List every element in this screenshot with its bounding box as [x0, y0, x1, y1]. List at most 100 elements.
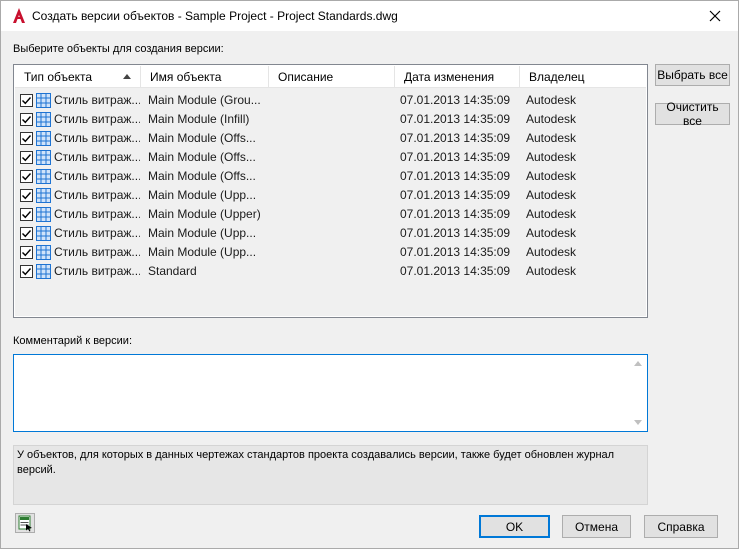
checkmark-icon — [22, 249, 32, 257]
ok-button[interactable]: OK — [479, 515, 550, 538]
comment-label: Комментарий к версии: — [13, 335, 132, 347]
row-checkbox[interactable] — [20, 113, 33, 126]
cell-description — [276, 224, 394, 243]
cell-name: Main Module (Offs... — [148, 169, 256, 183]
comment-label-text: Комментарий к версии: — [13, 335, 133, 347]
cell-description — [276, 91, 394, 110]
cell-type: Стиль витраж... — [54, 169, 140, 183]
cell-description — [276, 186, 394, 205]
curtain-wall-style-icon — [36, 169, 51, 184]
cell-type: Стиль витраж... — [54, 93, 140, 107]
column-header-date-label: Дата изменения — [404, 70, 495, 84]
column-header-owner[interactable]: Владелец — [520, 66, 646, 88]
cell-description — [276, 243, 394, 262]
column-header-description-label: Описание — [278, 70, 334, 84]
cell-type: Стиль витраж... — [54, 131, 140, 145]
cell-date: 07.01.2013 14:35:09 — [400, 150, 511, 164]
row-checkbox[interactable] — [20, 227, 33, 240]
list-header: Тип объекта Имя объекта Описание Дата из… — [15, 66, 646, 88]
cell-description — [276, 110, 394, 129]
row-checkbox[interactable] — [20, 208, 33, 221]
select-all-label: Выбрать все — [657, 68, 728, 82]
cell-owner: Autodesk — [526, 245, 577, 259]
close-button[interactable] — [692, 1, 738, 31]
cell-date: 07.01.2013 14:35:09 — [400, 207, 511, 221]
close-icon — [709, 10, 721, 22]
create-versions-dialog: Создать версии объектов - Sample Project… — [0, 0, 739, 549]
column-header-type[interactable]: Тип объекта — [15, 66, 141, 88]
cell-name: Main Module (Upp... — [148, 188, 257, 202]
cell-name: Main Module (Upper) — [148, 207, 261, 221]
column-header-name[interactable]: Имя объекта — [141, 66, 269, 88]
cell-name: Main Module (Offs... — [148, 150, 256, 164]
cell-name: Standard — [148, 264, 197, 278]
curtain-wall-style-icon — [36, 131, 51, 146]
cell-type: Стиль витраж... — [54, 207, 140, 221]
info-text-box: У объектов, для которых в данных чертежа… — [13, 445, 648, 505]
column-header-owner-label: Владелец — [529, 70, 585, 84]
table-row[interactable]: Стиль витраж... Main Module (Grou... 07.01… — [15, 91, 646, 110]
curtain-wall-style-icon — [36, 112, 51, 127]
cell-date: 07.01.2013 14:35:09 — [400, 226, 511, 240]
objects-list[interactable]: Тип объекта Имя объекта Описание Дата из… — [13, 64, 648, 318]
sort-ascending-icon — [123, 74, 131, 79]
ok-label: OK — [505, 519, 524, 534]
table-row[interactable]: Стиль витраж... Main Module (Offs... 07.01… — [15, 167, 646, 186]
comment-textarea[interactable] — [13, 354, 648, 432]
column-header-type-label: Тип объекта — [24, 70, 93, 84]
checkmark-icon — [22, 192, 32, 200]
checkmark-icon — [22, 268, 32, 276]
cell-owner: Autodesk — [526, 150, 577, 164]
cell-description — [276, 129, 394, 148]
cell-owner: Autodesk — [526, 264, 577, 278]
title-bar: Создать версии объектов - Sample Project… — [1, 1, 738, 31]
row-checkbox[interactable] — [20, 132, 33, 145]
row-checkbox[interactable] — [20, 94, 33, 107]
column-header-description[interactable]: Описание — [269, 66, 395, 88]
checkmark-icon — [22, 97, 32, 105]
help-button[interactable]: Справка — [644, 515, 718, 538]
table-row[interactable]: Стиль витраж... Main Module (Offs... 07.01… — [15, 148, 646, 167]
table-row[interactable]: Стиль витраж... Main Module (Upp... 07.01.… — [15, 186, 646, 205]
cell-name: Main Module (Infill) — [148, 112, 250, 126]
cell-description — [276, 167, 394, 186]
row-checkbox[interactable] — [20, 189, 33, 202]
cell-name: Main Module (Upp... — [148, 245, 257, 259]
cell-name: Main Module (Grou... — [148, 93, 261, 107]
row-checkbox[interactable] — [20, 170, 33, 183]
cell-owner: Autodesk — [526, 226, 577, 240]
cell-date: 07.01.2013 14:35:09 — [400, 112, 511, 126]
cell-description — [276, 205, 394, 224]
comment-scrollbar[interactable] — [629, 355, 647, 431]
cell-date: 07.01.2013 14:35:09 — [400, 245, 511, 259]
scroll-up-icon — [634, 361, 642, 366]
cancel-label: Отмена — [574, 519, 619, 534]
row-checkbox[interactable] — [20, 151, 33, 164]
cancel-button[interactable]: Отмена — [562, 515, 631, 538]
row-checkbox[interactable] — [20, 265, 33, 278]
help-label: Справка — [657, 519, 705, 534]
row-checkbox[interactable] — [20, 246, 33, 259]
table-row[interactable]: Стиль витраж... Main Module (Upp... 07.01.… — [15, 224, 646, 243]
cell-owner: Autodesk — [526, 131, 577, 145]
cell-date: 07.01.2013 14:35:09 — [400, 188, 511, 202]
checkmark-icon — [22, 230, 32, 238]
curtain-wall-style-icon — [36, 264, 51, 279]
table-row[interactable]: Стиль витраж... Main Module (Upper) 07.01.… — [15, 205, 646, 224]
checkmark-icon — [22, 154, 32, 162]
table-row[interactable]: Стиль витраж... Standard 07.01.2013 14:35:… — [15, 262, 646, 281]
cell-description — [276, 262, 394, 281]
table-row[interactable]: Стиль витраж... Main Module (Upp... 07.01.… — [15, 243, 646, 262]
cell-date: 07.01.2013 14:35:09 — [400, 264, 511, 278]
table-row[interactable]: Стиль витраж... Main Module (Offs... 07.01… — [15, 129, 646, 148]
checkmark-icon — [22, 211, 32, 219]
objects-label-text: Выберите объекты для создания версии: — [13, 43, 224, 55]
standards-info-icon[interactable] — [15, 513, 35, 533]
select-all-button[interactable]: Выбрать все — [655, 64, 730, 86]
objects-list-label: Выберите объекты для создания версии: — [13, 43, 224, 55]
cell-type: Стиль витраж... — [54, 188, 140, 202]
table-row[interactable]: Стиль витраж... Main Module (Infill) 07.01… — [15, 110, 646, 129]
cell-type: Стиль витраж... — [54, 264, 140, 278]
column-header-date[interactable]: Дата изменения — [395, 66, 520, 88]
clear-all-button[interactable]: Очистить все — [655, 100, 730, 128]
